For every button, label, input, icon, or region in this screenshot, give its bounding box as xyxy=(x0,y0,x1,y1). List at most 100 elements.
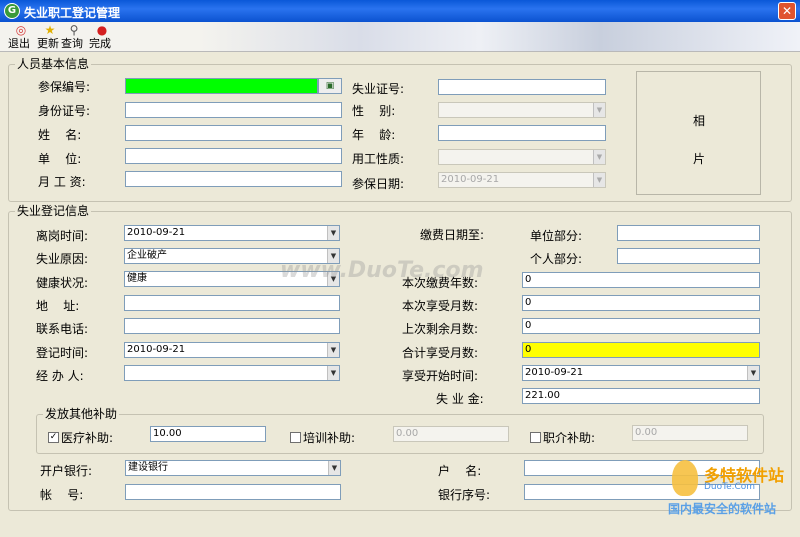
handler-label: 经 办 人: xyxy=(36,369,84,383)
toolbar: ◎ 退出 ★ 更新 ⚲ 查询 ● 完成 xyxy=(0,22,800,52)
chevron-down-icon: ▼ xyxy=(327,226,339,240)
benefit-label: 失 业 金: xyxy=(436,392,484,406)
unit-input[interactable] xyxy=(125,148,342,164)
total-months-label: 合计享受月数: xyxy=(402,346,479,360)
card-reader-button[interactable]: ▣ xyxy=(318,78,342,94)
gender-label: 性 别: xyxy=(352,104,396,118)
leave-time-label: 离岗时间: xyxy=(36,229,89,243)
bank-label: 开户银行: xyxy=(40,464,93,478)
unit-part-input[interactable] xyxy=(617,225,760,241)
health-value: 健康 xyxy=(127,273,147,284)
close-button[interactable]: ✕ xyxy=(778,2,796,20)
mascot-icon xyxy=(672,460,698,496)
salary-label: 月 工 资: xyxy=(38,175,86,189)
address-label: 地 址: xyxy=(36,299,80,313)
pay-until-label: 缴费日期至: xyxy=(420,228,485,242)
unemployment-cert-label: 失业证号: xyxy=(352,82,405,96)
job-checkbox[interactable] xyxy=(530,432,541,443)
exit-icon: ◎ xyxy=(15,23,27,37)
magnifier-icon: ⚲ xyxy=(69,23,79,37)
chevron-down-icon: ▼ xyxy=(327,343,339,357)
job-input[interactable]: 0.00 xyxy=(632,425,748,441)
bank-select[interactable]: 建设银行 ▼ xyxy=(125,460,341,476)
personal-part-input[interactable] xyxy=(617,248,760,264)
query-button[interactable]: ⚲ 查询 xyxy=(61,23,87,51)
holder-label: 户 名: xyxy=(438,464,482,478)
pay-years-input[interactable]: 0 xyxy=(522,272,760,288)
insure-date-label: 参保日期: xyxy=(352,177,405,191)
unit-part-label: 单位部分: xyxy=(530,229,583,243)
total-months-input[interactable]: 0 xyxy=(522,342,760,358)
bank-seq-label: 银行序号: xyxy=(438,488,491,502)
register-info-title: 失业登记信息 xyxy=(15,204,92,218)
id-no-input[interactable] xyxy=(125,102,342,118)
insure-date-picker[interactable]: 2010-09-21 ▼ xyxy=(438,172,606,188)
benefit-input[interactable]: 221.00 xyxy=(522,388,760,404)
training-label: 培训补助: xyxy=(303,431,356,445)
reason-label: 失业原因: xyxy=(36,252,89,266)
insurance-no-label: 参保编号: xyxy=(38,80,91,94)
age-label: 年 龄: xyxy=(352,128,396,142)
subsidy-title: 发放其他补助 xyxy=(43,407,120,421)
update-label: 更新 xyxy=(37,37,59,50)
training-input[interactable]: 0.00 xyxy=(393,426,509,442)
insurance-no-input[interactable] xyxy=(125,78,318,94)
chevron-down-icon: ▼ xyxy=(593,150,605,164)
chevron-down-icon: ▼ xyxy=(593,173,605,187)
chevron-down-icon: ▼ xyxy=(593,103,605,117)
photo-frame[interactable]: 相 片 xyxy=(636,71,761,195)
done-button[interactable]: ● 完成 xyxy=(89,23,115,51)
leave-time-picker[interactable]: 2010-09-21 ▼ xyxy=(124,225,340,241)
phone-input[interactable] xyxy=(124,318,340,334)
register-time-picker[interactable]: 2010-09-21 ▼ xyxy=(124,342,340,358)
register-time-value: 2010-09-21 xyxy=(127,344,186,355)
query-label: 查询 xyxy=(61,37,83,50)
insure-date-value: 2010-09-21 xyxy=(441,174,500,185)
bank-value: 建设银行 xyxy=(128,462,168,473)
employment-nature-label: 用工性质: xyxy=(352,152,405,166)
card-icon: ▣ xyxy=(325,81,335,91)
red-dot-icon: ● xyxy=(96,23,108,37)
unit-label: 单 位: xyxy=(38,152,82,166)
name-input[interactable] xyxy=(125,125,342,141)
register-time-label: 登记时间: xyxy=(36,346,89,360)
last-remain-label: 上次剩余月数: xyxy=(402,322,479,336)
title-bar: G 失业职工登记管理 ✕ xyxy=(0,0,800,22)
reason-value: 企业破产 xyxy=(127,250,167,261)
gender-select[interactable]: ▼ xyxy=(438,102,606,118)
logo-slogan-text: 国内最安全的软件站 xyxy=(668,502,777,516)
app-icon: G xyxy=(4,3,20,19)
phone-label: 联系电话: xyxy=(36,322,89,336)
last-remain-input[interactable]: 0 xyxy=(522,318,760,334)
update-button[interactable]: ★ 更新 xyxy=(37,23,63,51)
done-label: 完成 xyxy=(89,37,111,50)
address-input[interactable] xyxy=(124,295,340,311)
account-input[interactable] xyxy=(125,484,341,500)
id-no-label: 身份证号: xyxy=(38,104,91,118)
chevron-down-icon: ▼ xyxy=(327,366,339,380)
duote-watermark: www.DuoTe.com xyxy=(280,258,484,283)
start-time-picker[interactable]: 2010-09-21 ▼ xyxy=(522,365,760,381)
photo-label-1: 相 xyxy=(693,114,706,128)
exit-button[interactable]: ◎ 退出 xyxy=(8,23,34,51)
logo-en-text: DuoTe.Com xyxy=(704,482,756,492)
training-checkbox[interactable] xyxy=(290,432,301,443)
start-time-label: 享受开始时间: xyxy=(402,369,479,383)
exit-label: 退出 xyxy=(8,37,30,50)
personal-part-label: 个人部分: xyxy=(530,252,583,266)
photo-label-2: 片 xyxy=(693,152,706,166)
medical-checkbox[interactable]: ✓ xyxy=(48,432,59,443)
chevron-down-icon: ▼ xyxy=(747,366,759,380)
enjoy-months-input[interactable]: 0 xyxy=(522,295,760,311)
basic-info-title: 人员基本信息 xyxy=(15,57,92,71)
handler-select[interactable]: ▼ xyxy=(124,365,340,381)
salary-input[interactable] xyxy=(125,171,342,187)
medical-input[interactable]: 10.00 xyxy=(150,426,266,442)
employment-nature-select[interactable]: ▼ xyxy=(438,149,606,165)
duote-logo-watermark: 多特软件站 DuoTe.Com 国内最安全的软件站 xyxy=(668,460,798,520)
chevron-down-icon: ▼ xyxy=(328,461,340,475)
unemployment-cert-input[interactable] xyxy=(438,79,606,95)
star-icon: ★ xyxy=(44,23,56,37)
medical-label: 医疗补助: xyxy=(61,431,114,445)
age-input[interactable] xyxy=(438,125,606,141)
